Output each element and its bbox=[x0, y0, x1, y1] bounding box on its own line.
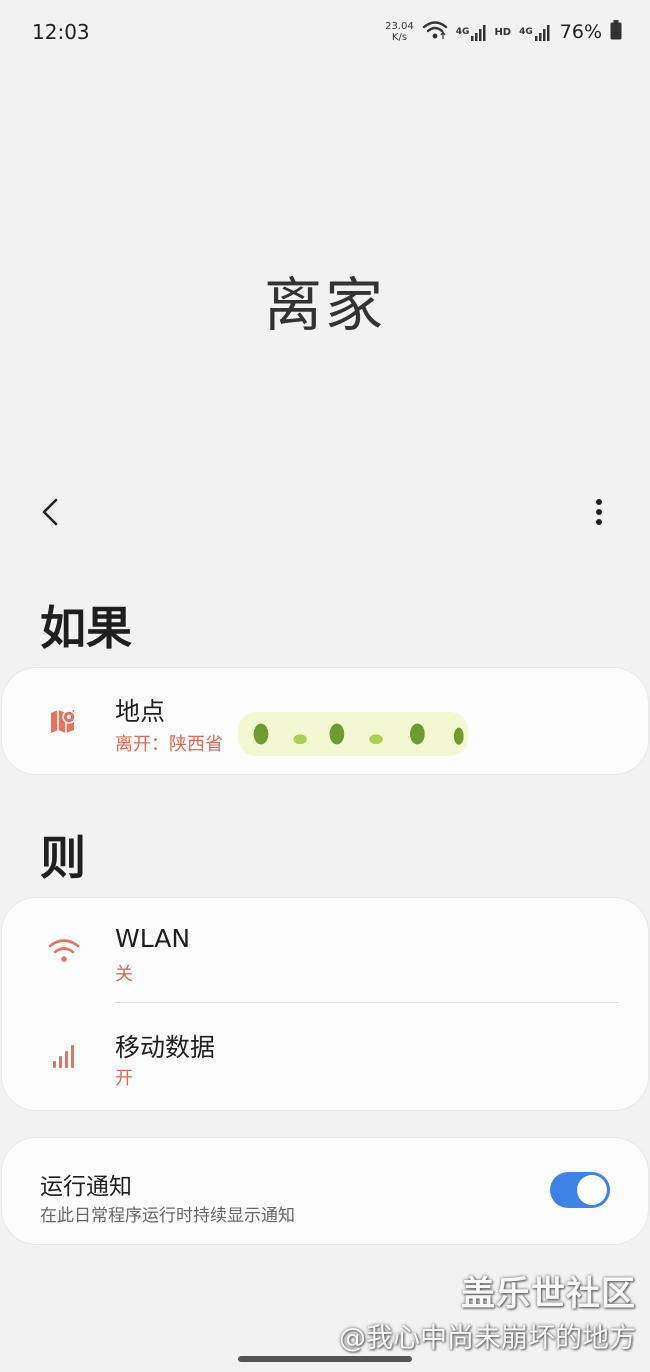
network-speed-value: 23.04 bbox=[385, 21, 414, 32]
condition-location-row[interactable]: 地点 离开：陕西省 bbox=[2, 668, 648, 774]
signal-tag-2: 4G bbox=[519, 27, 533, 37]
battery-percent: 76% bbox=[559, 21, 602, 43]
status-icons: 23.04 K/s 4G HD 4G 76% bbox=[385, 17, 622, 47]
watermark-brand: 盖乐世社区 bbox=[461, 1274, 636, 1314]
redacted-location-sticker bbox=[238, 712, 468, 756]
back-button[interactable] bbox=[34, 494, 68, 530]
signal-bars-icon bbox=[534, 25, 550, 41]
wifi-icon bbox=[46, 932, 82, 968]
more-options-button[interactable] bbox=[584, 494, 614, 530]
then-section-header: 则 bbox=[40, 831, 86, 885]
wlan-title: WLAN bbox=[115, 924, 191, 953]
run-notification-title: 运行通知 bbox=[40, 1174, 132, 1200]
routine-detail-screen: 12:03 23.04 K/s 4G HD 4G 76% 离家 如果 地点 离开… bbox=[0, 0, 650, 1372]
mobile-data-state: 开 bbox=[115, 1068, 133, 1089]
back-arrow-icon bbox=[42, 498, 58, 526]
home-indicator[interactable] bbox=[238, 1356, 412, 1362]
signal-bars-icon bbox=[471, 25, 486, 41]
page-title: 离家 bbox=[263, 271, 386, 339]
condition-subtitle: 离开：陕西省 bbox=[115, 734, 223, 755]
hd-voice-tag: HD bbox=[494, 26, 512, 38]
run-notification-card: 运行通知 在此日常程序运行时持续显示通知 bbox=[2, 1138, 648, 1244]
mobile-data-title: 移动数据 bbox=[115, 1033, 216, 1062]
toggle-knob bbox=[577, 1175, 607, 1205]
battery-icon bbox=[610, 20, 622, 44]
wifi-status-icon bbox=[422, 19, 448, 45]
status-time: 12:03 bbox=[32, 20, 90, 44]
signal-2: 4G bbox=[519, 23, 550, 41]
watermark-user: @我心中尚未崩坏的地方 bbox=[339, 1323, 636, 1354]
signal-1: 4G bbox=[456, 23, 487, 41]
action-row-mobile-data[interactable]: 移动数据 开 bbox=[2, 1003, 648, 1110]
actions-card: WLAN 关 移动数据 开 bbox=[2, 898, 648, 1110]
action-row-wlan[interactable]: WLAN 关 bbox=[2, 898, 648, 1002]
run-notification-toggle[interactable] bbox=[550, 1172, 610, 1208]
condition-title: 地点 bbox=[115, 697, 166, 726]
mobile-data-signal-icon bbox=[46, 1037, 82, 1073]
network-speed: 23.04 K/s bbox=[385, 21, 414, 43]
status-bar: 12:03 23.04 K/s 4G HD 4G 76% bbox=[0, 0, 650, 62]
condition-card: 地点 离开：陕西省 bbox=[2, 668, 648, 774]
if-section-header: 如果 bbox=[40, 601, 132, 655]
run-notification-description: 在此日常程序运行时持续显示通知 bbox=[40, 1206, 295, 1226]
signal-tag-1: 4G bbox=[455, 27, 470, 37]
network-speed-unit: K/s bbox=[391, 32, 408, 43]
location-map-icon bbox=[46, 703, 82, 739]
wlan-state: 关 bbox=[115, 964, 133, 985]
more-vertical-icon bbox=[596, 499, 602, 525]
